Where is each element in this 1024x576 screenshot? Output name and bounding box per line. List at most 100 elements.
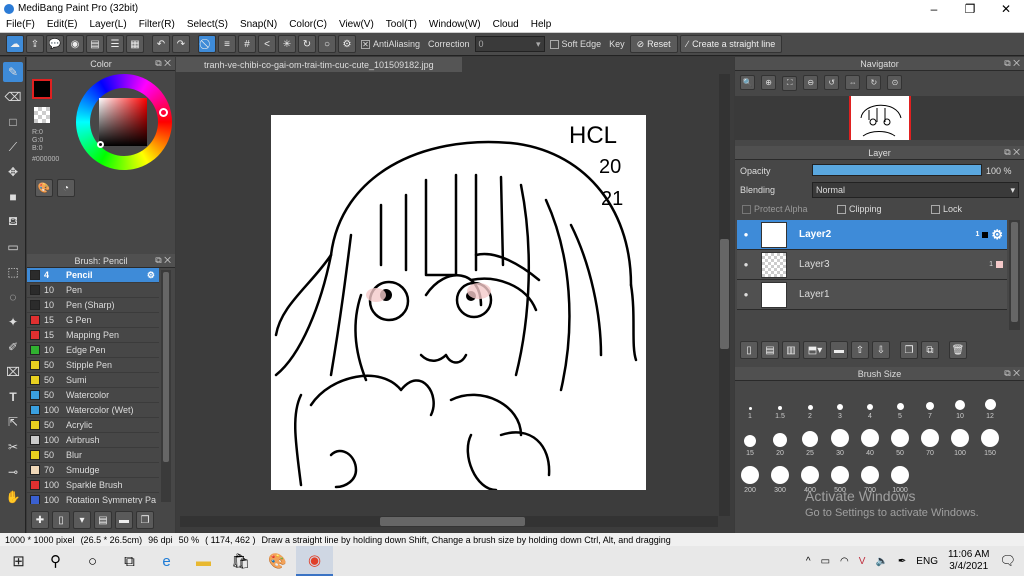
brush-item[interactable]: 15 G Pen	[27, 313, 159, 328]
move-tool-icon[interactable]: ✥	[3, 162, 23, 182]
eyedropper-tool-icon[interactable]: ⊸	[3, 462, 23, 482]
brush-item[interactable]: 50 Watercolor	[27, 388, 159, 403]
brush-size-option[interactable]: 5	[885, 383, 915, 420]
brush-item[interactable]: 100 Watercolor (Wet)	[27, 403, 159, 418]
rotate-right-icon[interactable]: ↻	[866, 75, 882, 90]
scrollbar-thumb[interactable]	[163, 272, 169, 462]
clipping-checkbox[interactable]: Clipping	[837, 204, 882, 214]
reset-view-icon[interactable]: ⊙	[887, 75, 903, 90]
zoom-fit-icon[interactable]: 🔍	[740, 75, 755, 90]
list-icon[interactable]: ☰	[106, 35, 124, 53]
brush-size-option[interactable]: 7	[915, 383, 945, 420]
layer-row-layer3[interactable]: ● Layer3 1	[737, 250, 1007, 280]
blending-select[interactable]: Normal ▾	[812, 182, 1019, 198]
brush-size-option[interactable]: 100	[945, 420, 975, 457]
menu-filter[interactable]: Filter(R)	[133, 19, 181, 30]
color-history-icon[interactable]: ◔	[57, 179, 75, 197]
layer-move-up-icon[interactable]: ⇧	[851, 341, 869, 359]
cloud-icon[interactable]: ☁	[6, 35, 24, 53]
folder-icon[interactable]: ▬	[115, 511, 133, 529]
correction-select[interactable]: 0 ▾	[474, 36, 545, 52]
palette-icon[interactable]: 🎨	[35, 179, 53, 197]
brush-size-option[interactable]: 10	[945, 383, 975, 420]
layer-folder-icon[interactable]: ▬	[830, 341, 848, 359]
menu-layer[interactable]: Layer(L)	[83, 19, 132, 30]
brush-size-option[interactable]: 20	[765, 420, 795, 457]
menu-help[interactable]: Help	[525, 19, 558, 30]
brush-item[interactable]: 50 Acrylic	[27, 418, 159, 433]
brush-tool-icon[interactable]: ✎	[3, 62, 23, 82]
dot-tool-icon[interactable]: □	[3, 112, 23, 132]
brush-size-option[interactable]: 50	[885, 420, 915, 457]
app-tray-icon[interactable]: V	[859, 556, 866, 567]
operation-tool-icon[interactable]: ⇱	[3, 412, 23, 432]
straight-line-button[interactable]: ∕ Create a straight line	[679, 35, 783, 53]
panel-close-icon[interactable]: ⧉ ✕	[155, 58, 171, 69]
minimize-icon[interactable]: –	[916, 2, 952, 16]
brush-size-option[interactable]: 1.5	[765, 383, 795, 420]
file-explorer-icon[interactable]: ▬	[185, 546, 222, 576]
store-icon[interactable]: 🛍	[222, 546, 259, 576]
brush-item[interactable]: 50 Sumi	[27, 373, 159, 388]
duplicate-icon[interactable]: ❐	[136, 511, 154, 529]
task-view-icon[interactable]: ⧉	[111, 546, 148, 576]
brush-size-option[interactable]: 70	[915, 420, 945, 457]
edge-browser-icon[interactable]: e	[148, 546, 185, 576]
navigator-preview[interactable]	[735, 96, 1024, 140]
brush-item[interactable]: 50 Stipple Pen	[27, 358, 159, 373]
zoom-out-icon[interactable]: ⊖	[803, 75, 819, 90]
lasso-tool-icon[interactable]: ◌	[3, 287, 23, 307]
text-tool-icon[interactable]: T	[3, 387, 23, 407]
canvas-vscrollbar[interactable]	[719, 74, 730, 516]
export-icon[interactable]: ⇪	[26, 35, 44, 53]
brush-size-option[interactable]: 30	[825, 420, 855, 457]
wifi-icon[interactable]: ◠	[840, 556, 849, 567]
brush-item[interactable]: 4 Pencil ⚙	[27, 268, 159, 283]
brush-list-scrollbar[interactable]	[161, 270, 171, 502]
brush-size-option[interactable]: 2	[795, 383, 825, 420]
clock[interactable]: 11:06 AM 3/4/2021	[948, 549, 990, 573]
color-picker-handle[interactable]	[97, 141, 104, 148]
brush-size-option[interactable]: 200	[735, 457, 765, 494]
panel-close-icon[interactable]: ⧉ ✕	[155, 255, 171, 266]
menu-tool[interactable]: Tool(T)	[380, 19, 423, 30]
rotate-left-icon[interactable]: ↺	[824, 75, 840, 90]
brush-item[interactable]: 10 Pen (Sharp)	[27, 298, 159, 313]
menu-color[interactable]: Color(C)	[283, 19, 333, 30]
document-tab[interactable]: tranh-ve-chibi-co-gai-om-trai-tim-cuc-cu…	[176, 57, 462, 72]
layer-menu-icon[interactable]: ⬒▾	[803, 341, 827, 359]
menu-view[interactable]: View(V)	[333, 19, 380, 30]
menu-edit[interactable]: Edit(E)	[41, 19, 84, 30]
add-halftone-layer-icon[interactable]: ▤	[761, 341, 779, 359]
add-8bit-layer-icon[interactable]: ▥	[782, 341, 800, 359]
visibility-icon[interactable]: ●	[737, 290, 755, 299]
brush-size-option[interactable]: 150	[975, 420, 1005, 457]
scrollbar-thumb[interactable]	[720, 239, 729, 349]
maximize-icon[interactable]: ❐	[952, 2, 988, 16]
brush-item[interactable]: 10 Edge Pen	[27, 343, 159, 358]
bucket-tool-icon[interactable]: ⛾	[3, 212, 23, 232]
page-icon[interactable]: ▤	[86, 35, 104, 53]
undo-icon[interactable]: ↶	[152, 35, 170, 53]
panel-close-icon[interactable]: ⧉ ✕	[1004, 368, 1020, 379]
notification-icon[interactable]: 🗨	[999, 553, 1016, 569]
brush-size-option[interactable]: 25	[795, 420, 825, 457]
eraser-tool-icon[interactable]: ⌫	[3, 87, 23, 107]
brush-size-option[interactable]: 4	[855, 383, 885, 420]
chat-icon[interactable]: ◉	[66, 35, 84, 53]
redo-icon[interactable]: ↷	[172, 35, 190, 53]
brush-item[interactable]: 15 Mapping Pen	[27, 328, 159, 343]
scrollbar-thumb[interactable]	[1011, 222, 1018, 322]
brush-menu-icon[interactable]: ▾	[73, 511, 91, 529]
vanish-point-icon[interactable]: <	[258, 35, 276, 53]
shape-fill-tool-icon[interactable]: ■	[3, 187, 23, 207]
brush-size-option[interactable]: 3	[825, 383, 855, 420]
pen-icon[interactable]: ✒	[898, 556, 906, 567]
visibility-icon[interactable]: ●	[737, 260, 755, 269]
parallel-snap-icon[interactable]: ≡	[218, 35, 236, 53]
canvas-hscrollbar[interactable]	[180, 516, 718, 527]
zoom-actual-icon[interactable]: ⛶	[782, 75, 798, 91]
hue-picker-handle[interactable]	[159, 108, 168, 117]
menu-snap[interactable]: Snap(N)	[234, 19, 283, 30]
transparent-color-swatch[interactable]	[34, 107, 50, 123]
